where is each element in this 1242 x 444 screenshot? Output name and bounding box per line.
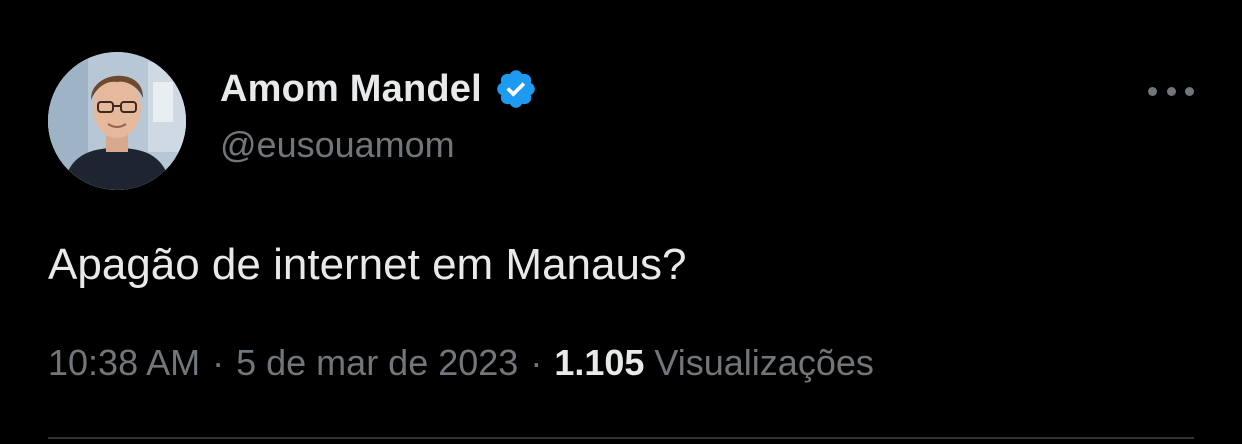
tweet-text: Apagão de internet em Manaus? <box>48 240 687 289</box>
meta-separator: · <box>530 342 543 383</box>
views-count[interactable]: 1.105 <box>554 342 644 384</box>
more-dot <box>1148 86 1157 96</box>
more-options-icon[interactable] <box>1148 78 1194 104</box>
verified-badge-icon <box>494 67 538 111</box>
avatar-photo-icon <box>48 52 186 190</box>
more-dot <box>1185 86 1194 96</box>
author-name-row: Amom Mandel <box>220 66 538 112</box>
tweet-card: Amom Mandel @eusouamom Apagão de interne… <box>0 0 1242 444</box>
avatar[interactable] <box>48 52 186 190</box>
author-display-name[interactable]: Amom Mandel <box>220 68 482 111</box>
views-label[interactable]: Visualizações <box>654 342 873 384</box>
tweet-metadata: 10:38 AM · 5 de mar de 2023 · 1.105 Visu… <box>48 342 874 384</box>
divider <box>48 437 1194 439</box>
more-dot <box>1166 86 1176 96</box>
tweet-date[interactable]: 5 de mar de 2023 <box>236 342 518 384</box>
meta-separator: · <box>212 342 225 383</box>
tweet-time[interactable]: 10:38 AM <box>48 342 200 384</box>
author-handle[interactable]: @eusouamom <box>220 124 455 166</box>
